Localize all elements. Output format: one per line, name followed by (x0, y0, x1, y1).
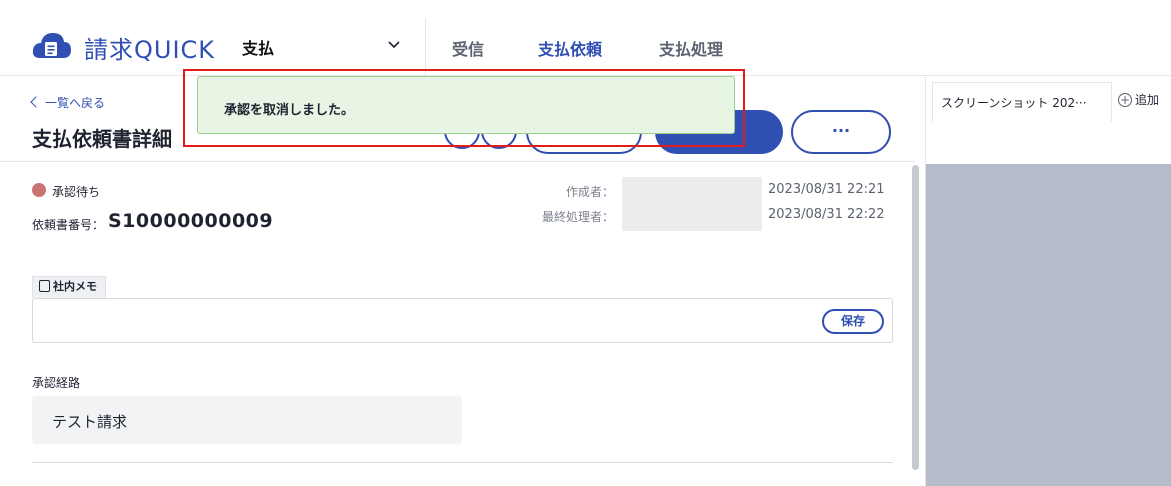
approval-route-value: テスト請求 (52, 413, 128, 431)
save-memo-button[interactable]: 保存 (822, 309, 884, 334)
status-dot-icon (32, 183, 46, 197)
page-title: 支払依頼書詳細 (32, 127, 172, 151)
approval-route-box: テスト請求 (32, 396, 462, 444)
module-select-value: 支払 (242, 39, 275, 58)
creator-label: 作成者： (565, 185, 614, 199)
app-name: 請求QUICK (84, 36, 216, 64)
memo-icon (39, 280, 50, 292)
more-options-button[interactable]: ··· (791, 110, 891, 154)
user-info-redacted (622, 177, 762, 231)
scrollbar[interactable] (912, 165, 919, 470)
last-processed-date: 2023/08/31 22:22 (768, 207, 885, 222)
memo-tag-label: 社内メモ (53, 280, 97, 293)
app-header: 請求QUICK 支払 受信 支払依頼 支払処理 (0, 0, 1171, 76)
back-link-label: 一覧へ戻る (45, 96, 106, 110)
header-divider (0, 161, 915, 162)
cloud-logo-icon (32, 33, 71, 58)
nav-tab-payment-processing[interactable]: 支払処理 (659, 36, 723, 60)
add-attachment-button[interactable]: + 追加 (1118, 91, 1159, 108)
attachment-tab[interactable]: スクリーンショット 202··· (932, 82, 1112, 122)
nav-tab-receive[interactable]: 受信 (452, 36, 484, 60)
plus-circle-icon: + (1118, 93, 1132, 107)
request-number-label: 依頼書番号： (32, 218, 105, 232)
nav-tab-payment-request[interactable]: 支払依頼 (538, 36, 602, 60)
add-attachment-label: 追加 (1135, 93, 1160, 107)
approval-route-label: 承認経路 (32, 376, 81, 390)
back-to-list-link[interactable]: 一覧へ戻る (30, 94, 106, 111)
module-select[interactable]: 支払 (232, 24, 412, 64)
created-date: 2023/08/31 22:21 (768, 182, 885, 197)
toast-message: 承認を取消しました。 (224, 103, 355, 118)
nav-divider (425, 18, 426, 76)
attachment-pane: スクリーンショット 202··· + 追加 (925, 77, 1171, 486)
request-number: S10000000009 (108, 210, 274, 232)
section-divider (32, 462, 893, 463)
chevron-down-icon (388, 41, 400, 49)
status-badge: 承認待ち (52, 185, 101, 199)
attachment-preview (926, 164, 1171, 486)
internal-memo-tag: 社内メモ (32, 276, 106, 298)
toast-notification: 承認を取消しました。 (197, 76, 735, 134)
memo-input[interactable] (32, 298, 893, 343)
chevron-left-icon (30, 96, 42, 108)
last-processor-label: 最終処理者： (541, 210, 614, 224)
